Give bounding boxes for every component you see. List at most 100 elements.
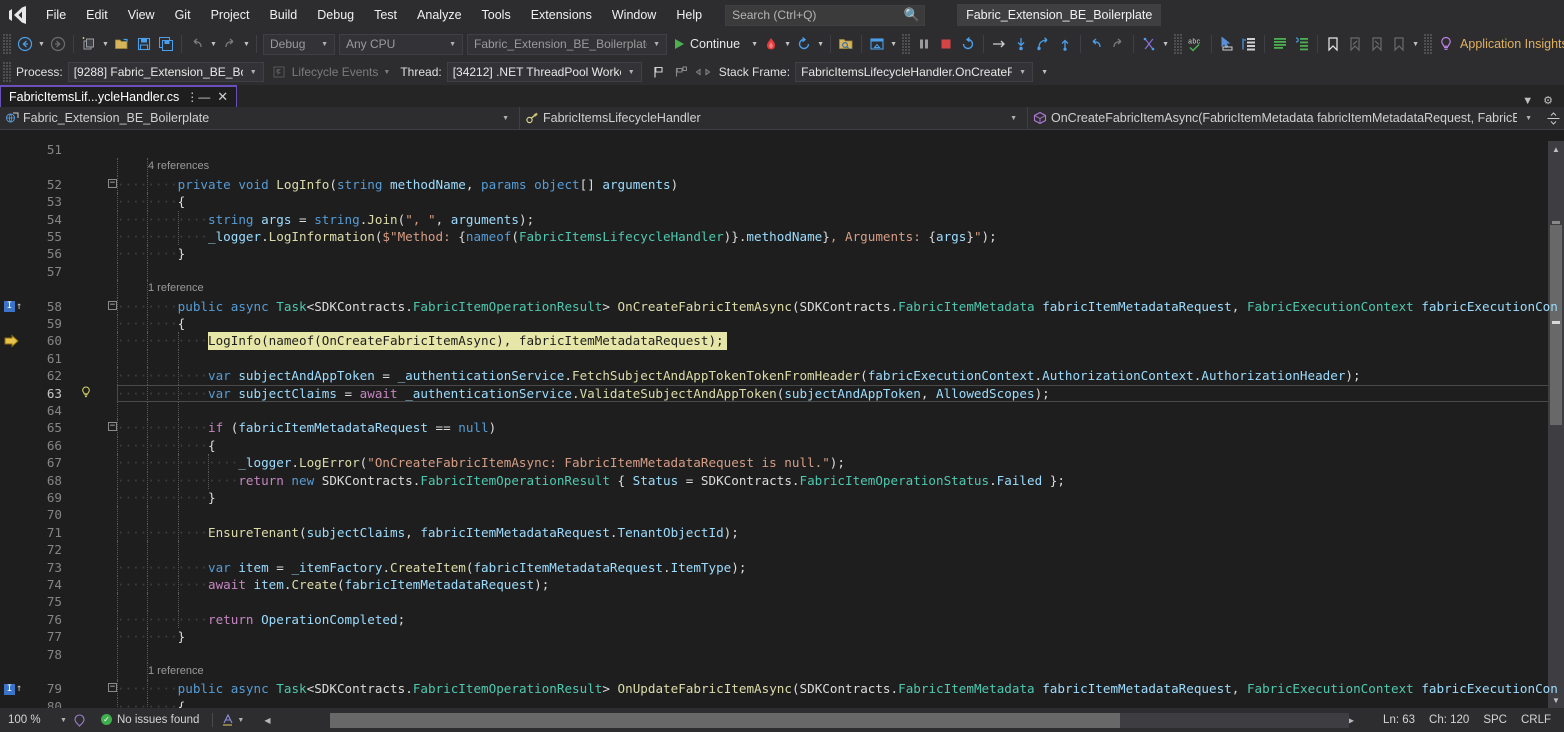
menu-analyze[interactable]: Analyze [408, 4, 470, 26]
pointer-select-icon[interactable] [1216, 33, 1238, 55]
code-line[interactable]: 62············var subjectAndAppToken = _… [0, 367, 1564, 384]
code-line[interactable]: I↑58−········public async Task<SDKContra… [0, 298, 1564, 315]
code-text[interactable]: ········{ [117, 193, 1564, 210]
clear-bookmarks-icon[interactable] [1388, 33, 1410, 55]
code-text[interactable]: ········private void LogInfo(string meth… [117, 176, 1564, 193]
unflag-icon[interactable] [692, 61, 714, 83]
scroll-left-icon[interactable]: ◀ [250, 716, 276, 725]
menu-tools[interactable]: Tools [473, 4, 520, 26]
spellcheck-caret-icon[interactable]: ▼ [237, 717, 250, 724]
codelens-reference-count[interactable]: 1 reference [148, 663, 204, 680]
code-text[interactable]: ················return new SDKContracts.… [117, 472, 1564, 489]
solution-platform-combo[interactable]: Any CPU ▼ [339, 34, 463, 55]
code-text[interactable]: ········} [117, 245, 1564, 262]
open-file-icon[interactable] [111, 33, 133, 55]
toolbar-grip[interactable] [1424, 34, 1433, 54]
window-layout-icon[interactable] [866, 33, 888, 55]
step-out-icon[interactable] [1054, 33, 1076, 55]
code-text[interactable]: ············var subjectAndAppToken = _au… [117, 367, 1564, 384]
code-line[interactable]: 56········} [0, 245, 1564, 262]
next-bookmark-icon[interactable] [1366, 33, 1388, 55]
bookmark-overflow-caret-icon[interactable]: ▼ [1410, 33, 1421, 55]
code-line[interactable]: 69············} [0, 489, 1564, 506]
chevron-down-icon[interactable]: ▼ [1517, 95, 1538, 107]
code-text[interactable]: ········public async Task<SDKContracts.F… [117, 298, 1564, 315]
code-text[interactable]: ············if (fabricItemMetadataReques… [117, 419, 1564, 436]
flag-icon[interactable] [648, 61, 670, 83]
navigate-forward-icon[interactable] [47, 33, 69, 55]
bookmark-icon[interactable] [1322, 33, 1344, 55]
code-line[interactable]: 68················return new SDKContract… [0, 472, 1564, 489]
navbar-member-combo[interactable]: OnCreateFabricItemAsync(FabricItemMetada… [1028, 107, 1542, 130]
pin-icon[interactable]: ⋮— [179, 90, 214, 104]
menu-window[interactable]: Window [603, 4, 665, 26]
code-line[interactable]: 52−········private void LogInfo(string m… [0, 176, 1564, 193]
comment-out-icon[interactable] [1269, 33, 1291, 55]
code-line[interactable]: 64 [0, 402, 1564, 419]
tab-fabricitemslifecyclehandler[interactable]: FabricItemsLif...ycleHandler.cs ⋮— ✕ [0, 85, 237, 107]
new-project-icon[interactable] [78, 33, 100, 55]
bookmark-glyph-icon[interactable]: I↑ [4, 298, 24, 315]
code-line[interactable]: 63············var subjectClaims = await … [0, 385, 1564, 402]
process-combo[interactable]: [9288] Fabric_Extension_BE_Boilerp ▼ [68, 62, 264, 82]
scroll-up-icon[interactable]: ▲ [1548, 141, 1564, 157]
window-layout-caret-icon[interactable]: ▼ [888, 33, 899, 55]
code-text[interactable]: ············await item.Create(fabricItem… [117, 576, 1564, 593]
undo-icon-2[interactable] [1085, 33, 1107, 55]
toolbar-grip[interactable] [902, 34, 911, 54]
lightbulb-icon[interactable] [1435, 33, 1457, 55]
step-up-icon[interactable] [1032, 33, 1054, 55]
codelens-reference-count[interactable]: 4 references [148, 158, 209, 175]
menu-help[interactable]: Help [667, 4, 711, 26]
code-line[interactable]: 60············LogInfo(nameof(OnCreateFab… [0, 332, 1564, 349]
code-line[interactable]: 71············EnsureTenant(subjectClaims… [0, 524, 1564, 541]
code-line[interactable]: 80········{ [0, 698, 1564, 708]
search-input[interactable]: Search (Ctrl+Q) 🔍 [725, 5, 925, 26]
previous-bookmark-icon[interactable] [1344, 33, 1366, 55]
solution-configuration-combo[interactable]: Debug ▼ [263, 34, 335, 55]
menu-git[interactable]: Git [166, 4, 200, 26]
code-line[interactable]: I↑79−········public async Task<SDKContra… [0, 680, 1564, 697]
code-text[interactable]: ········public async Task<SDKContracts.F… [117, 680, 1564, 697]
lifecycle-events-icon[interactable] [268, 61, 290, 83]
code-text[interactable]: ············EnsureTenant(subjectClaims, … [117, 524, 1564, 541]
save-icon[interactable] [133, 33, 155, 55]
restart-debug-icon[interactable] [957, 33, 979, 55]
horizontal-scroll-thumb[interactable] [330, 713, 1120, 728]
code-text[interactable]: ············string args = string.Join(",… [117, 211, 1564, 228]
indent-icon[interactable] [1238, 33, 1260, 55]
intellicode-caret-icon[interactable]: ▼ [1160, 33, 1171, 55]
menu-debug[interactable]: Debug [308, 4, 363, 26]
uncomment-icon[interactable] [1291, 33, 1313, 55]
save-all-icon[interactable] [155, 33, 177, 55]
menu-file[interactable]: File [37, 4, 75, 26]
codelens-line[interactable]: 4 references [0, 158, 1564, 175]
stack-frame-combo[interactable]: FabricItemsLifecycleHandler.OnCreateFab … [795, 62, 1033, 82]
menu-extensions[interactable]: Extensions [522, 4, 601, 26]
navigate-back-icon[interactable] [14, 33, 36, 55]
code-line[interactable]: 59········{ [0, 315, 1564, 332]
codelens-reference-count[interactable]: 1 reference [148, 280, 204, 297]
navbar-type-combo[interactable]: FabricItemsLifecycleHandler ▼ [520, 107, 1028, 130]
restart-caret-icon[interactable]: ▼ [815, 33, 826, 55]
application-insights-label[interactable]: Application Insights (?) [1457, 37, 1564, 51]
continue-button[interactable]: Continue [669, 33, 749, 55]
new-project-caret-icon[interactable]: ▼ [100, 33, 111, 55]
code-editor[interactable]: 514 references52−········private void Lo… [0, 141, 1564, 708]
menu-project[interactable]: Project [202, 4, 259, 26]
navigate-back-caret-icon[interactable]: ▼ [36, 33, 47, 55]
issues-status[interactable]: ✓No issues found [94, 714, 206, 726]
lightbulb-icon[interactable] [80, 386, 92, 400]
codelens-line[interactable]: 1 reference [0, 280, 1564, 297]
code-line[interactable]: 77········} [0, 628, 1564, 645]
intellicode-icon[interactable] [1138, 33, 1160, 55]
redo-icon-2[interactable] [1107, 33, 1129, 55]
restart-icon[interactable] [793, 33, 815, 55]
codelens-line[interactable]: 1 reference [0, 663, 1564, 680]
code-line[interactable]: 78 [0, 646, 1564, 663]
spaces-indicator[interactable]: SPC [1476, 714, 1514, 726]
code-line[interactable]: 66············{ [0, 437, 1564, 454]
zoom-level[interactable]: 100 % [0, 714, 60, 726]
spellcheck-abc-icon[interactable]: abc [1185, 33, 1207, 55]
code-text[interactable]: ········{ [117, 698, 1564, 708]
